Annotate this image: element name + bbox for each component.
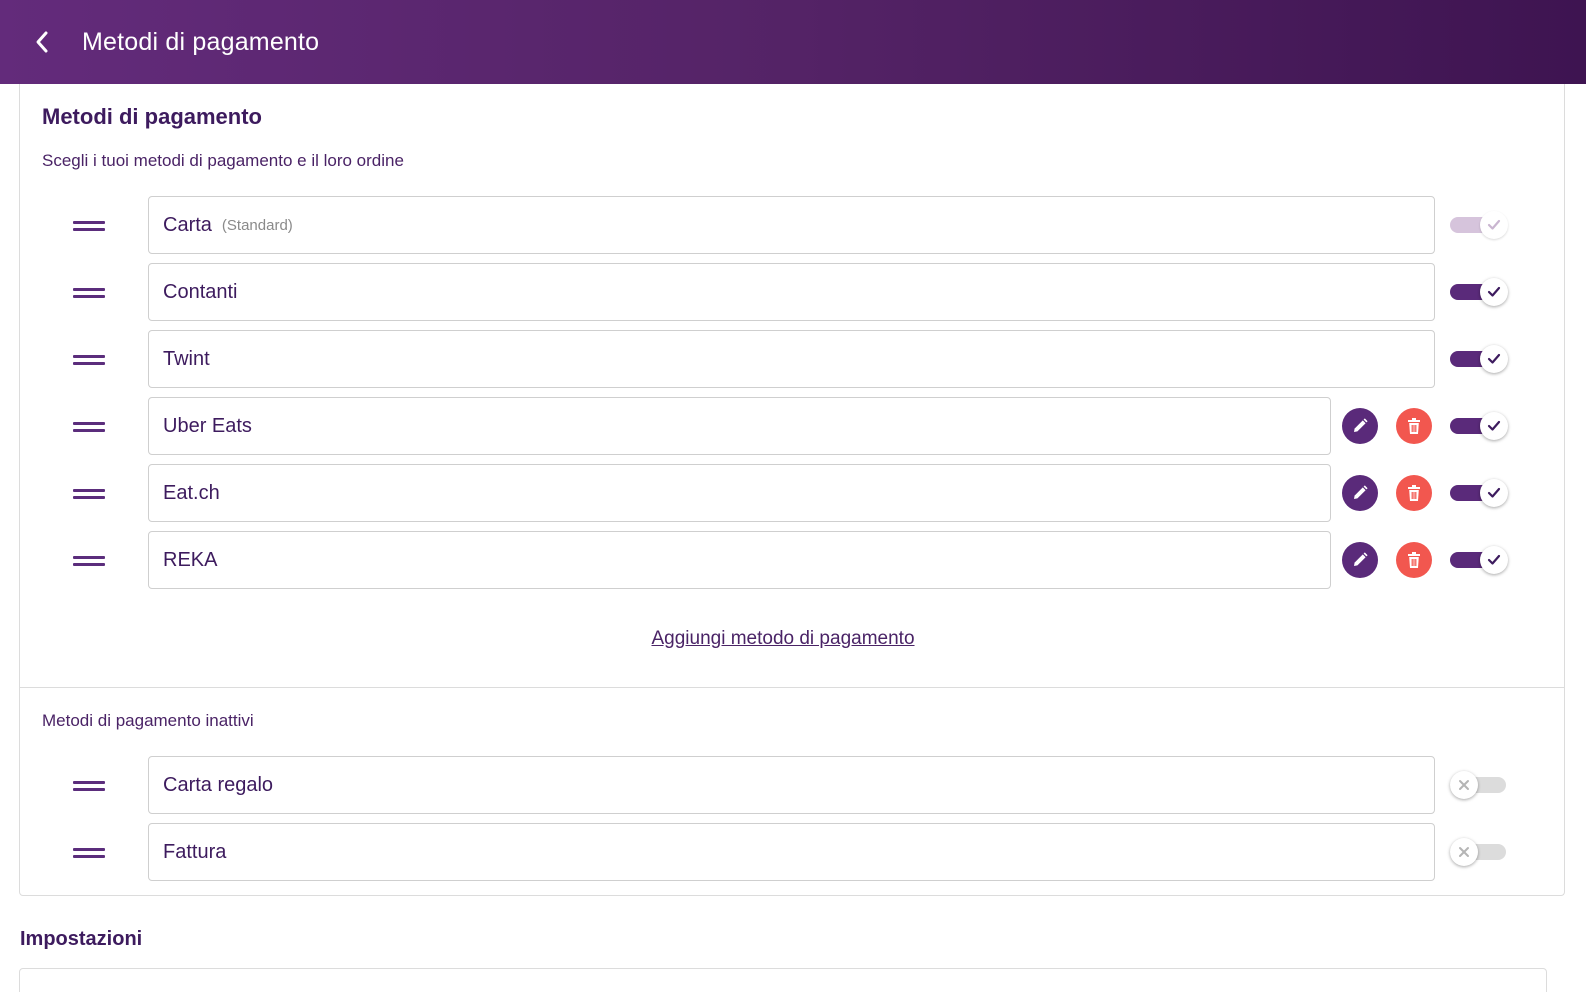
delete-button[interactable]: [1396, 475, 1432, 511]
section-title: Metodi di pagamento: [42, 104, 262, 129]
edit-button[interactable]: [1342, 475, 1378, 511]
payment-method-field[interactable]: Fattura: [148, 823, 1435, 881]
payment-method-row: Eat.ch: [20, 464, 1566, 522]
check-icon: [1487, 286, 1501, 297]
pencil-icon: [1354, 485, 1368, 499]
payment-method-field[interactable]: Twint: [148, 330, 1435, 388]
payment-method-field[interactable]: Carta (Standard): [148, 196, 1435, 254]
check-icon: [1487, 554, 1501, 565]
payment-method-name: Contanti: [163, 280, 238, 303]
payment-method-name: Fattura: [163, 840, 227, 863]
check-icon: [1487, 219, 1501, 230]
payment-method-name: Uber Eats: [163, 414, 252, 437]
trash-icon: [1408, 418, 1420, 434]
close-icon: [1459, 847, 1469, 857]
section-subtitle: Scegli i tuoi metodi di pagamento e il l…: [42, 151, 404, 170]
enable-toggle[interactable]: [1450, 837, 1508, 867]
payment-method-field[interactable]: Uber Eats: [148, 397, 1331, 455]
settings-card: [19, 968, 1547, 992]
trash-icon: [1408, 485, 1420, 501]
drag-handle-icon[interactable]: [73, 284, 105, 300]
chevron-left-icon: [36, 31, 48, 53]
app-header: Metodi di pagamento: [0, 0, 1586, 84]
enable-toggle[interactable]: [1450, 545, 1508, 575]
payment-method-name: REKA: [163, 548, 218, 571]
enable-toggle[interactable]: [1450, 344, 1508, 374]
payment-method-row: REKA: [20, 531, 1566, 589]
payment-method-field[interactable]: Carta regalo: [148, 756, 1435, 814]
drag-handle-icon[interactable]: [73, 418, 105, 434]
check-icon: [1487, 353, 1501, 364]
payment-method-row: Contanti: [20, 263, 1566, 321]
edit-button[interactable]: [1342, 542, 1378, 578]
close-icon: [1459, 780, 1469, 790]
add-payment-method-link[interactable]: Aggiungi metodo di pagamento: [20, 628, 1546, 650]
enable-toggle[interactable]: [1450, 277, 1508, 307]
payment-method-row: Uber Eats: [20, 397, 1566, 455]
payment-method-field[interactable]: Contanti: [148, 263, 1435, 321]
payment-method-field[interactable]: REKA: [148, 531, 1331, 589]
check-icon: [1487, 487, 1501, 498]
enable-toggle[interactable]: [1450, 478, 1508, 508]
enable-toggle[interactable]: [1450, 411, 1508, 441]
page-title: Metodi di pagamento: [82, 27, 320, 56]
payment-method-name: Carta: [163, 213, 212, 236]
payment-method-field[interactable]: Eat.ch: [148, 464, 1331, 522]
payment-method-row: Twint: [20, 330, 1566, 388]
payment-method-row: Carta (Standard): [20, 196, 1566, 254]
edit-button[interactable]: [1342, 408, 1378, 444]
drag-handle-icon[interactable]: [73, 351, 105, 367]
settings-title: Impostazioni: [20, 928, 143, 950]
default-tag: (Standard): [221, 216, 293, 234]
payment-method-name: Eat.ch: [163, 481, 220, 504]
inactive-method-row: Fattura: [20, 823, 1566, 881]
payment-method-name: Twint: [163, 347, 210, 370]
enable-toggle[interactable]: [1450, 210, 1508, 240]
drag-handle-icon[interactable]: [73, 777, 105, 793]
check-icon: [1487, 420, 1501, 431]
pencil-icon: [1354, 418, 1368, 432]
trash-icon: [1408, 552, 1420, 568]
drag-handle-icon[interactable]: [73, 552, 105, 568]
drag-handle-icon[interactable]: [73, 217, 105, 233]
back-button[interactable]: [22, 22, 62, 62]
inactive-method-row: Carta regalo: [20, 756, 1566, 814]
delete-button[interactable]: [1396, 542, 1432, 578]
pencil-icon: [1354, 552, 1368, 566]
drag-handle-icon[interactable]: [73, 485, 105, 501]
payment-methods-card: Metodi di pagamento Scegli i tuoi metodi…: [19, 84, 1565, 896]
inactive-section-title: Metodi di pagamento inattivi: [42, 711, 254, 730]
enable-toggle[interactable]: [1450, 770, 1508, 800]
section-divider: [20, 687, 1564, 688]
drag-handle-icon[interactable]: [73, 844, 105, 860]
payment-method-name: Carta regalo: [163, 773, 274, 796]
delete-button[interactable]: [1396, 408, 1432, 444]
